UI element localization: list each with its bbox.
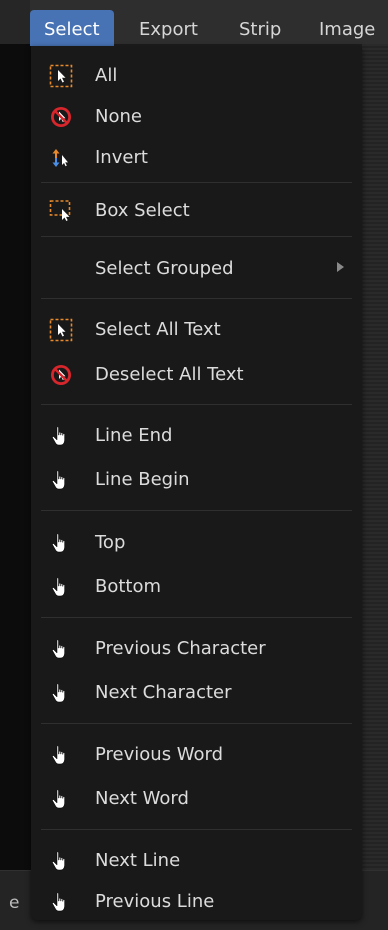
menu-strip[interactable]: Strip [225, 10, 295, 46]
menu-item-top[interactable]: Top [31, 523, 362, 563]
menu-image[interactable]: Image [305, 10, 388, 46]
hand-icon [52, 533, 65, 553]
hand-icon [52, 470, 65, 490]
menu-item-label: Previous Word [95, 744, 224, 765]
submenu-arrow-icon [337, 262, 344, 272]
menu-item-label: Line End [95, 425, 173, 446]
menu-item-label: Next Word [95, 788, 189, 809]
menu-separator [41, 404, 352, 405]
menu-separator [41, 829, 352, 830]
select-none-icon [51, 365, 71, 385]
hand-icon [52, 683, 65, 703]
menu-item-label: Select All Text [95, 319, 221, 340]
menu-item-invert[interactable]: Invert [31, 138, 362, 178]
menu-item-label: Invert [95, 147, 148, 168]
menu-item-label: None [95, 106, 142, 127]
editor-area-right [362, 44, 388, 870]
menu-item-bottom[interactable]: Bottom [31, 567, 362, 607]
menu-item-label: Deselect All Text [95, 364, 244, 385]
menu-item-previous-word[interactable]: Previous Word [31, 735, 362, 775]
menu-item-previous-character[interactable]: Previous Character [31, 629, 362, 669]
menu-item-select-all-text[interactable]: Select All Text [31, 310, 362, 350]
menu-item-label: Top [95, 532, 126, 553]
hand-icon [52, 577, 65, 597]
hand-icon [52, 892, 65, 912]
app-window: e Select Export Strip Image All None Inv… [0, 0, 388, 930]
status-bar-text: e [9, 893, 20, 913]
menu-item-next-character[interactable]: Next Character [31, 673, 362, 713]
menu-item-next-word[interactable]: Next Word [31, 779, 362, 819]
menu-export[interactable]: Export [125, 10, 212, 46]
menu-item-label: Line Begin [95, 469, 190, 490]
menu-item-deselect-all-text[interactable]: Deselect All Text [31, 355, 362, 395]
menu-item-line-begin[interactable]: Line Begin [31, 460, 362, 500]
menu-item-box-select[interactable]: Box Select [31, 191, 362, 231]
menu-separator [41, 236, 352, 237]
select-none-icon [51, 107, 71, 127]
menu-separator [41, 723, 352, 724]
menu-item-label: Bottom [95, 576, 162, 597]
hand-icon [52, 426, 65, 446]
menu-item-label: Previous Character [95, 638, 266, 659]
menu-item-none[interactable]: None [31, 97, 362, 137]
menu-separator [41, 510, 352, 511]
select-all-icon [49, 64, 73, 88]
menu-select[interactable]: Select [30, 10, 114, 46]
menu-item-label: Select Grouped [95, 258, 234, 279]
menu-separator [41, 298, 352, 299]
menubar: Select Export Strip Image [0, 0, 388, 46]
menu-separator [41, 182, 352, 183]
hand-icon [52, 745, 65, 765]
menu-separator [41, 617, 352, 618]
menu-item-select-grouped[interactable]: Select Grouped [31, 249, 362, 289]
menu-item-next-line[interactable]: Next Line [31, 841, 362, 881]
menu-item-label: Next Character [95, 682, 232, 703]
menu-item-line-end[interactable]: Line End [31, 416, 362, 456]
editor-area-left [0, 44, 32, 870]
hand-icon [52, 851, 65, 871]
select-invert-icon [52, 149, 68, 167]
menu-item-label: Previous Line [95, 891, 215, 912]
menubar-left-pad [0, 0, 30, 44]
menu-item-label: Box Select [95, 200, 190, 221]
menu-item-previous-line[interactable]: Previous Line [31, 882, 362, 922]
select-menu-dropdown: All None Invert Box Select Select Groupe… [31, 46, 362, 920]
box-select-icon [49, 200, 71, 221]
menu-item-label: Next Line [95, 850, 181, 871]
hand-icon [52, 789, 65, 809]
menu-item-all[interactable]: All [31, 56, 362, 96]
hand-icon [52, 639, 65, 659]
menu-item-label: All [95, 65, 118, 86]
select-all-icon [49, 318, 73, 342]
